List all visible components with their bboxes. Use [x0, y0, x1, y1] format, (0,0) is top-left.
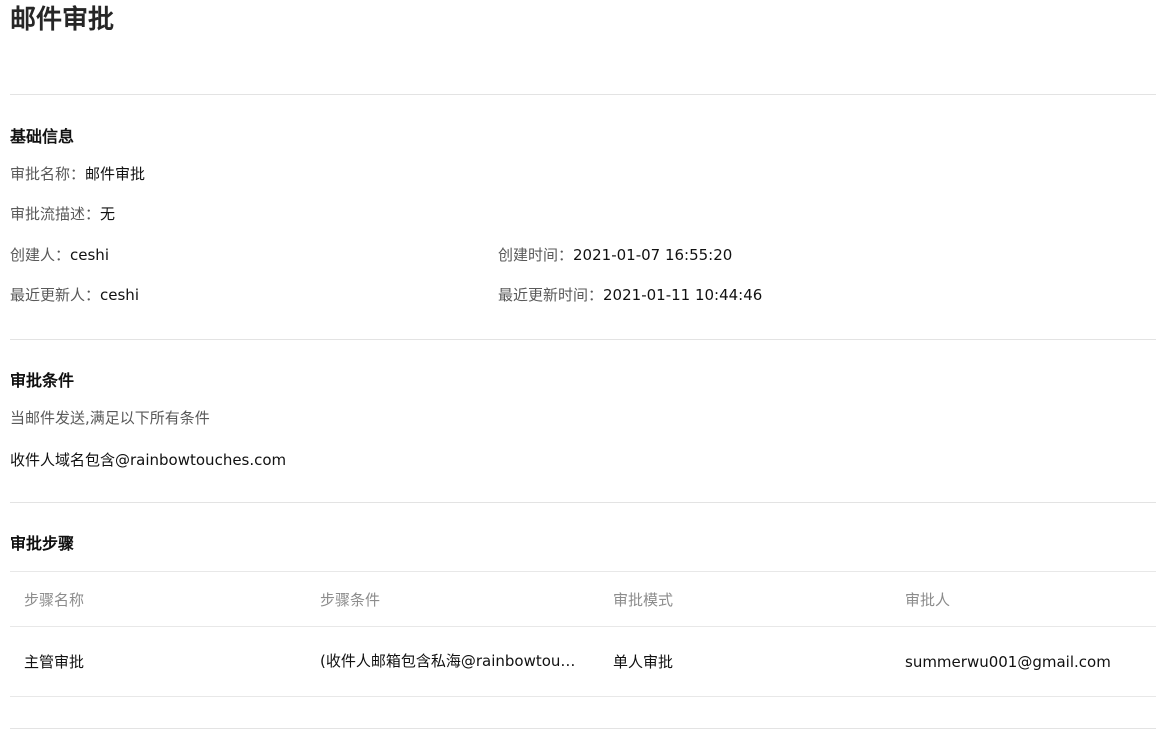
table-row: 主管审批 (收件人邮箱包含私海@rainbowtouches.com) 单人审批…: [10, 627, 1156, 697]
step-condition-text: (收件人邮箱包含私海@rainbowtouches.com): [320, 652, 580, 670]
conditions-intro: 当邮件发送,满足以下所有条件: [10, 409, 210, 427]
creator-label: 创建人：: [10, 246, 71, 264]
condition-rule: 收件人域名包含@rainbowtouches.com: [10, 451, 287, 469]
approval-desc-value: 无: [100, 205, 116, 223]
divider-top: [10, 94, 1156, 95]
updated-time-label: 最近更新时间：: [498, 286, 604, 304]
approver-cell: summerwu001@gmail.com: [905, 652, 1111, 671]
conditions-heading: 审批条件: [10, 371, 75, 390]
updated-time-value: 2021-01-11 10:44:46: [603, 286, 763, 304]
approval-name-field: 审批名称：邮件审批: [10, 164, 145, 184]
approval-desc-label: 审批流描述：: [10, 205, 101, 223]
steps-heading: 审批步骤: [10, 534, 75, 553]
steps-table: 步骤名称 步骤条件 审批模式 审批人 主管审批 (收件人邮箱包含私海@rainb…: [10, 571, 1156, 697]
approval-name-label: 审批名称：: [10, 165, 86, 183]
approval-mode-cell: 单人审批: [613, 653, 674, 671]
updater-label: 最近更新人：: [10, 286, 101, 304]
step-name-cell: 主管审批: [24, 653, 85, 671]
created-time-value: 2021-01-07 16:55:20: [573, 246, 733, 264]
page-title: 邮件审批: [10, 5, 115, 35]
col-header-step-condition: 步骤条件: [320, 590, 381, 609]
updater-field: 最近更新人：ceshi: [10, 285, 139, 305]
created-time-label: 创建时间：: [498, 246, 574, 264]
updater-value: ceshi: [100, 286, 139, 304]
steps-table-header: 步骤名称 步骤条件 审批模式 审批人: [10, 571, 1156, 627]
divider-basic: [10, 339, 1156, 340]
approval-desc-field: 审批流描述：无: [10, 204, 115, 224]
creator-value: ceshi: [70, 246, 109, 264]
creator-field: 创建人：ceshi: [10, 245, 109, 265]
divider-conditions: [10, 502, 1156, 503]
col-header-step-name: 步骤名称: [24, 590, 85, 609]
divider-bottom: [10, 728, 1156, 729]
col-header-approver: 审批人: [905, 590, 951, 609]
step-condition-cell: (收件人邮箱包含私海@rainbowtouches.com): [320, 627, 590, 696]
approval-name-value: 邮件审批: [85, 165, 146, 183]
col-header-approval-mode: 审批模式: [613, 590, 674, 609]
updated-time-field: 最近更新时间：2021-01-11 10:44:46: [498, 285, 762, 305]
basic-info-heading: 基础信息: [10, 127, 75, 146]
created-time-field: 创建时间：2021-01-07 16:55:20: [498, 245, 732, 265]
